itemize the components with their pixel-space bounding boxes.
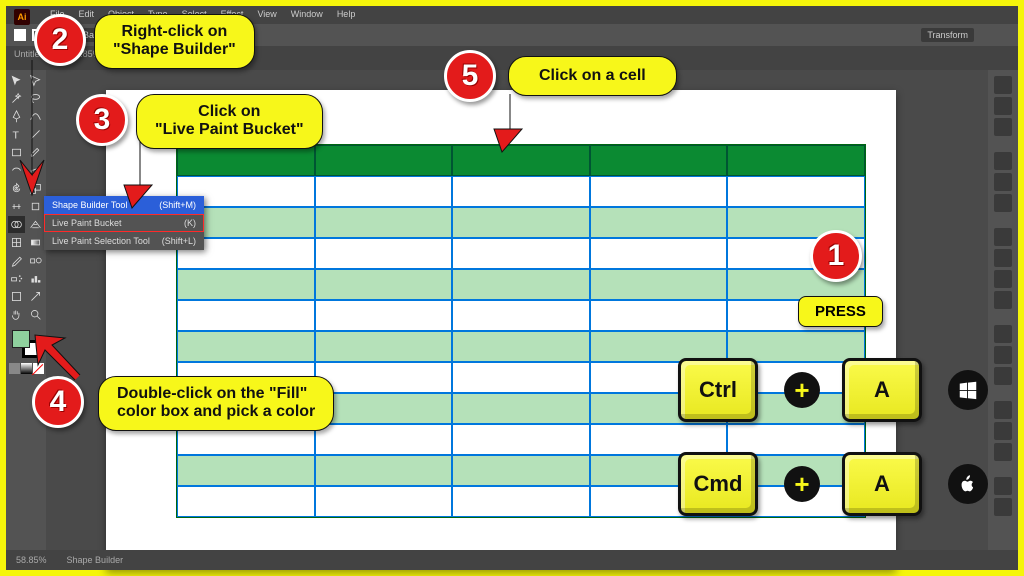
step-5-callout: Click on a cell — [508, 56, 677, 96]
panel-icon[interactable] — [994, 152, 1012, 170]
hand-tool-icon[interactable] — [8, 306, 25, 323]
cmd-key: Cmd — [678, 452, 758, 516]
app-logo: Ai — [14, 9, 30, 25]
panel-icon[interactable] — [994, 346, 1012, 364]
zoom-level[interactable]: 58.85% — [16, 555, 47, 565]
symbol-sprayer-tool-icon[interactable] — [8, 270, 25, 287]
a-key: A — [842, 452, 922, 516]
gradient-tool-icon[interactable] — [27, 234, 44, 251]
step-2-arrow-icon — [12, 60, 52, 200]
step-1-badge: 1 — [810, 230, 862, 282]
free-transform-tool-icon[interactable] — [27, 198, 44, 215]
plus-icon: + — [784, 466, 820, 502]
panel-icon[interactable] — [994, 118, 1012, 136]
slice-tool-icon[interactable] — [27, 288, 44, 305]
menu-edit[interactable]: Edit — [79, 9, 95, 21]
artboard-tool-icon[interactable] — [8, 288, 25, 305]
eyedropper-tool-icon[interactable] — [8, 252, 25, 269]
panel-icon[interactable] — [994, 325, 1012, 343]
panel-icon[interactable] — [994, 97, 1012, 115]
menu-view[interactable]: View — [257, 9, 276, 21]
panel-icon[interactable] — [994, 173, 1012, 191]
panel-icon[interactable] — [994, 228, 1012, 246]
color-mode-icon[interactable] — [9, 363, 20, 374]
panel-icon[interactable] — [994, 291, 1012, 309]
zoom-tool-icon[interactable] — [27, 306, 44, 323]
press-label: PRESS — [798, 296, 883, 327]
step-2-badge: 2 — [34, 14, 86, 66]
windows-icon — [948, 370, 988, 410]
ctx-live-paint-selection[interactable]: Live Paint Selection Tool(Shift+L) — [44, 232, 204, 250]
table-object[interactable] — [176, 144, 866, 518]
blend-tool-icon[interactable] — [27, 252, 44, 269]
ctrl-key: Ctrl — [678, 358, 758, 422]
step-5-arrow-icon — [480, 94, 530, 154]
fill-color-box[interactable] — [12, 330, 30, 348]
menu-help[interactable]: Help — [337, 9, 356, 21]
panel-icon[interactable] — [994, 194, 1012, 212]
panel-icon[interactable] — [994, 401, 1012, 419]
step-3-callout: Click on"Live Paint Bucket" — [136, 94, 323, 149]
panel-icon[interactable] — [994, 367, 1012, 385]
shape-builder-tool-icon[interactable] — [8, 216, 25, 233]
width-tool-icon[interactable] — [8, 198, 25, 215]
menu-window[interactable]: Window — [291, 9, 323, 21]
artboard[interactable] — [106, 90, 896, 570]
a-key: A — [842, 358, 922, 422]
step-4-callout: Double-click on the "Fill"color box and … — [98, 376, 334, 431]
panel-icon[interactable] — [994, 498, 1012, 516]
mesh-tool-icon[interactable] — [8, 234, 25, 251]
step-3-arrow-icon — [110, 140, 160, 210]
panel-icon[interactable] — [994, 477, 1012, 495]
transform-panel[interactable]: Transform — [921, 28, 974, 42]
step-4-badge: 4 — [32, 376, 84, 428]
step-5-badge: 5 — [444, 50, 496, 102]
panel-icon[interactable] — [994, 249, 1012, 267]
current-tool-label: Shape Builder — [67, 555, 124, 565]
step-2-callout: Right-click on"Shape Builder" — [94, 14, 255, 69]
ctx-live-paint-bucket[interactable]: Live Paint Bucket(K) — [44, 214, 204, 232]
panel-icon[interactable] — [994, 270, 1012, 288]
perspective-grid-tool-icon[interactable] — [27, 216, 44, 233]
right-panels — [988, 70, 1018, 550]
panel-icon[interactable] — [994, 443, 1012, 461]
panel-icon[interactable] — [994, 422, 1012, 440]
column-graph-tool-icon[interactable] — [27, 270, 44, 287]
plus-icon: + — [784, 372, 820, 408]
step-3-badge: 3 — [76, 94, 128, 146]
status-bar: 58.85% Shape Builder — [6, 550, 1018, 570]
panel-icon[interactable] — [994, 76, 1012, 94]
apple-icon — [948, 464, 988, 504]
